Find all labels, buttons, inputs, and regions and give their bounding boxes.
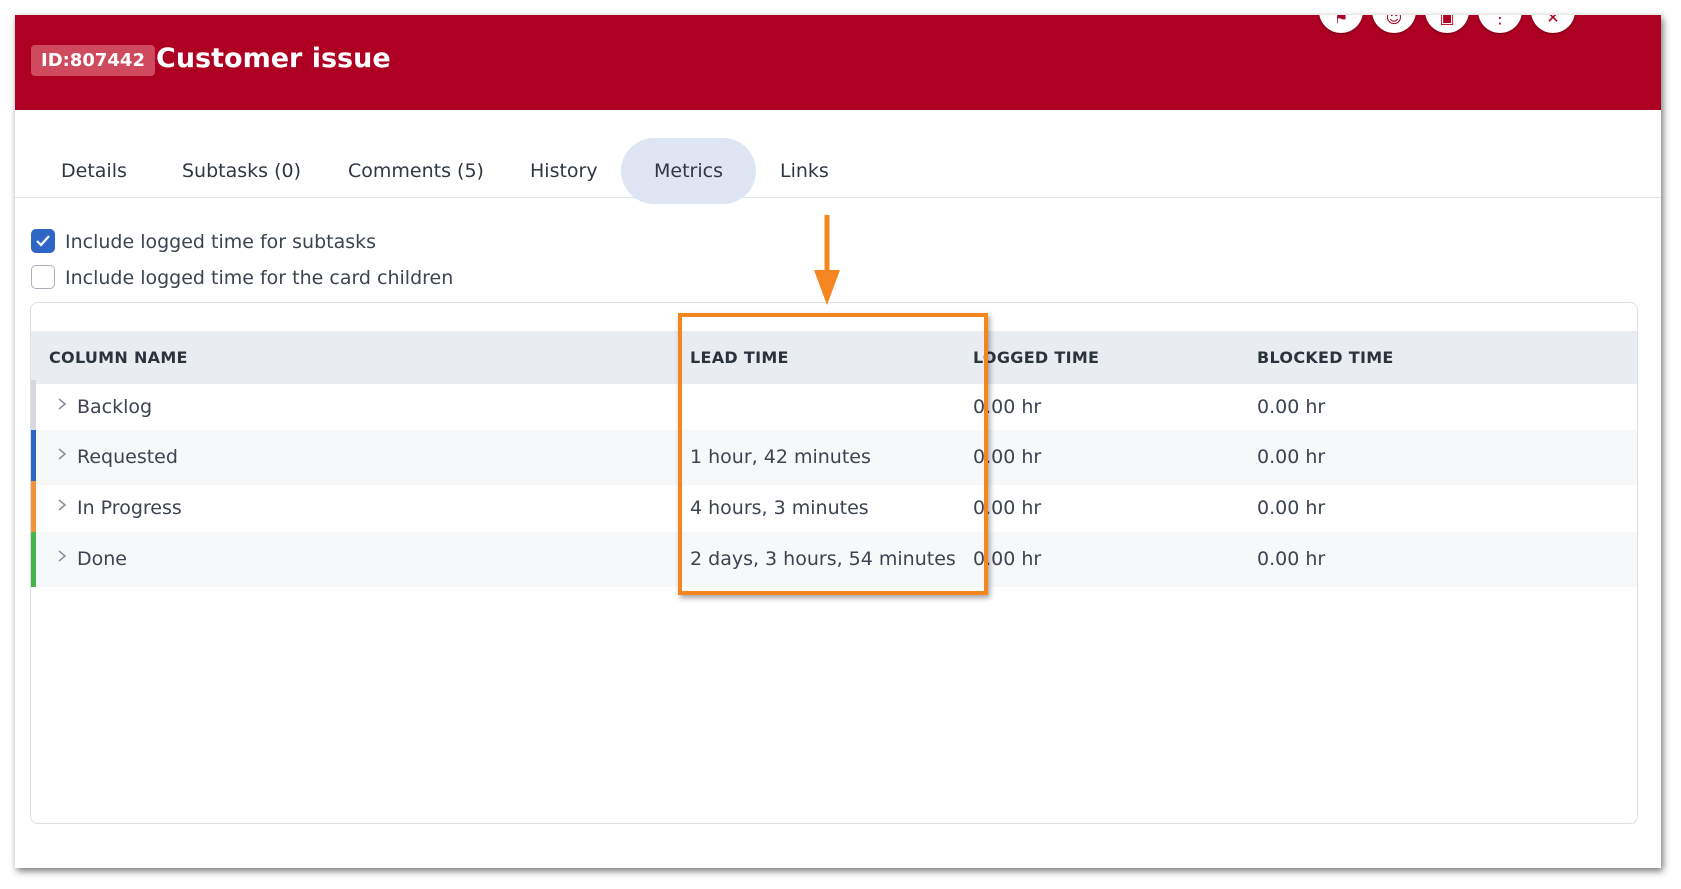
header-logged-time: LOGGED TIME [973, 348, 1100, 367]
row-color-bar [31, 481, 36, 536]
table-row[interactable]: Backlog 0.00 hr 0.00 hr [31, 380, 1637, 435]
tab-subtasks[interactable]: Subtasks (0) [149, 138, 334, 204]
cell-blocked-time: 0.00 hr [1257, 497, 1326, 519]
table-row[interactable]: Done 2 days, 3 hours, 54 minutes 0.00 hr… [31, 532, 1637, 587]
subtasks-checkbox[interactable] [31, 228, 55, 253]
cell-column-name: Backlog [77, 396, 153, 418]
card-header: ID:807442 Customer issue ⚑ ☺ ▣ ⋮ ✕ [15, 15, 1661, 110]
metrics-table: COLUMN NAME LEAD TIME LOGGED TIME BLOCKE… [30, 302, 1638, 824]
cell-column-name: In Progress [77, 497, 182, 519]
check-icon [36, 234, 50, 247]
cell-column-name: Done [77, 548, 127, 570]
cell-lead-time: 2 days, 3 hours, 54 minutes [690, 548, 956, 570]
cell-logged-time: 0.00 hr [973, 497, 1042, 519]
tab-history[interactable]: History [497, 138, 631, 204]
cell-logged-time: 0.00 hr [973, 396, 1042, 418]
option-label: Include logged time for subtasks [65, 231, 377, 253]
header-column-name: COLUMN NAME [49, 348, 188, 367]
cell-blocked-time: 0.00 hr [1257, 396, 1326, 418]
tab-links[interactable]: Links [747, 138, 862, 204]
close-icon[interactable]: ✕ [1531, 15, 1575, 33]
arrow-down-icon [814, 215, 840, 305]
cell-lead-time: 1 hour, 42 minutes [690, 446, 871, 468]
table-header: COLUMN NAME LEAD TIME LOGGED TIME BLOCKE… [31, 331, 1637, 384]
tab-comments[interactable]: Comments (5) [315, 138, 517, 204]
chevron-right-icon[interactable] [56, 494, 68, 516]
flag-icon[interactable]: ⚑ [1319, 15, 1363, 33]
row-color-bar [31, 532, 36, 587]
header-lead-time: LEAD TIME [690, 348, 789, 367]
tab-metrics[interactable]: Metrics [621, 138, 756, 204]
cell-blocked-time: 0.00 hr [1257, 446, 1326, 468]
cell-column-name: Requested [77, 446, 178, 468]
chevron-right-icon[interactable] [56, 545, 68, 567]
chevron-right-icon[interactable] [56, 393, 68, 415]
cell-lead-time: 4 hours, 3 minutes [690, 497, 869, 519]
tab-details[interactable]: Details [28, 138, 160, 204]
card-title[interactable]: Customer issue [156, 41, 391, 77]
option-include-subtasks[interactable]: Include logged time for subtasks [31, 228, 377, 255]
children-checkbox[interactable] [31, 264, 55, 289]
table-row[interactable]: In Progress 4 hours, 3 minutes 0.00 hr 0… [31, 481, 1637, 536]
cell-logged-time: 0.00 hr [973, 446, 1042, 468]
chevron-right-icon[interactable] [56, 443, 68, 465]
cell-blocked-time: 0.00 hr [1257, 548, 1326, 570]
tab-bar: Details Subtasks (0) Comments (5) Histor… [15, 110, 1661, 204]
card-id-badge[interactable]: ID:807442 [31, 45, 155, 76]
board-icon[interactable]: ▣ [1425, 15, 1469, 33]
row-color-bar [31, 430, 36, 485]
header-blocked-time: BLOCKED TIME [1257, 348, 1394, 367]
more-icon[interactable]: ⋮ [1478, 15, 1522, 33]
cell-logged-time: 0.00 hr [973, 548, 1042, 570]
user-icon[interactable]: ☺ [1372, 15, 1416, 33]
card-detail-window: ID:807442 Customer issue ⚑ ☺ ▣ ⋮ ✕ Detai… [15, 15, 1661, 868]
option-label: Include logged time for the card childre… [65, 267, 454, 289]
table-row[interactable]: Requested 1 hour, 42 minutes 0.00 hr 0.0… [31, 430, 1637, 485]
row-color-bar [31, 380, 36, 435]
option-include-children[interactable]: Include logged time for the card childre… [31, 264, 454, 291]
